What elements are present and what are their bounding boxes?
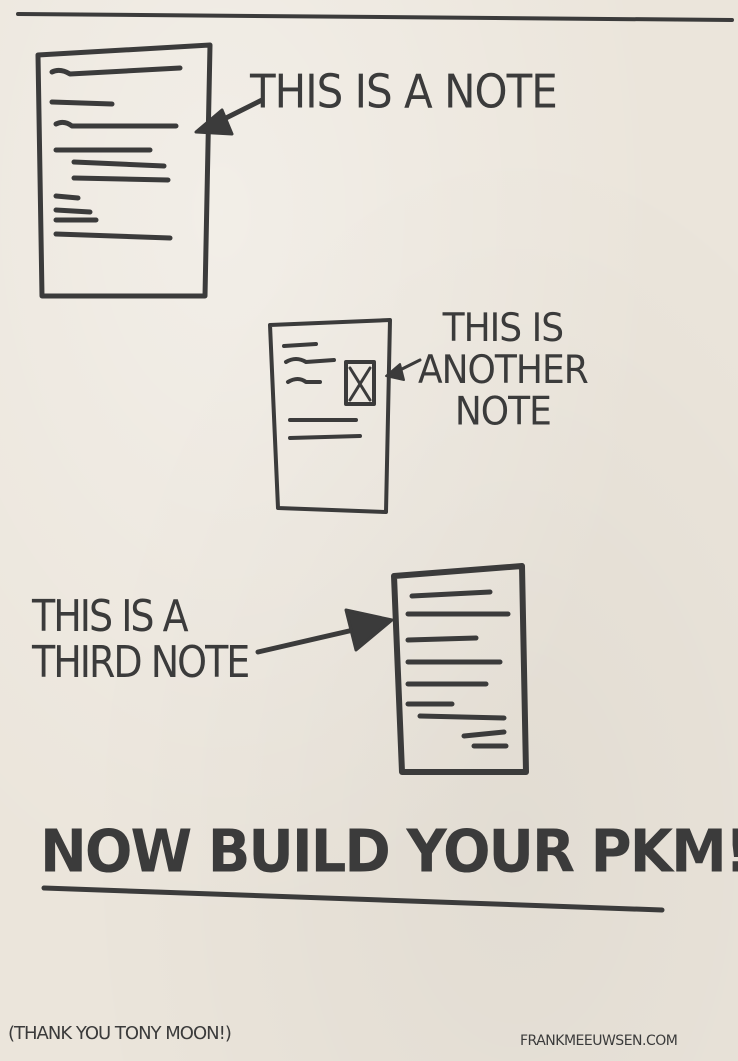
- credit-site: FRANKMEEUWSEN.COM: [520, 1033, 678, 1049]
- credit-thanks: (THANK YOU TONY MOON!): [8, 1023, 232, 1044]
- headline-underline: [41, 885, 665, 913]
- paper-background: THIS IS A NOTE THIS IS ANOTHER NOTE THIS…: [0, 0, 738, 1061]
- note-2-label-line: ANOTHER: [418, 347, 589, 393]
- note-1-sketch: [35, 42, 265, 299]
- note-2-label: THIS IS ANOTHER NOTE: [418, 305, 589, 435]
- note-3-label-line: THIS IS A: [32, 590, 189, 642]
- note-2-label-line: THIS IS: [442, 305, 564, 351]
- note-2-label-line: NOTE: [454, 388, 552, 435]
- note-3-label-line: THIRD NOTE: [32, 636, 250, 688]
- note-3-label: THIS IS A THIRD NOTE: [32, 590, 250, 688]
- note-1-label: THIS IS A NOTE: [250, 64, 558, 119]
- note-3-sketch: [255, 563, 529, 775]
- top-rule: [16, 12, 734, 22]
- headline: NOW BUILD YOUR PKM!: [40, 817, 738, 887]
- note-2-sketch: [268, 318, 422, 514]
- sketch-drawing: [16, 12, 734, 913]
